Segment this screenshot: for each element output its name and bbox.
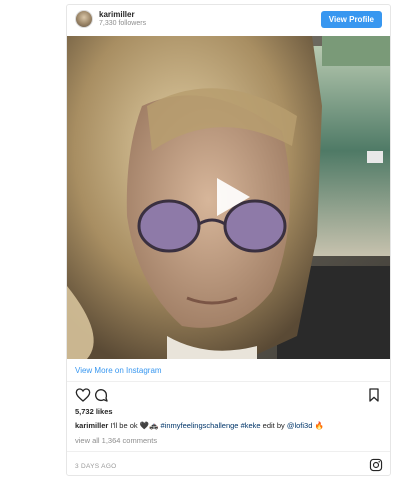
caption-text: I'll be ok	[110, 421, 140, 430]
post-footer: 3 DAYS AGO	[67, 451, 390, 477]
view-more-link[interactable]: View More on Instagram	[67, 359, 390, 382]
video-thumbnail[interactable]	[67, 36, 390, 359]
caption-username[interactable]: karimiller	[75, 421, 108, 430]
caption-mention[interactable]: @lofi3d	[287, 421, 313, 430]
instagram-icon[interactable]	[369, 458, 383, 472]
avatar[interactable]	[75, 10, 93, 28]
like-count[interactable]: 5,732 likes	[75, 407, 113, 416]
play-icon[interactable]	[217, 178, 250, 216]
post-timestamp: 3 DAYS AGO	[75, 463, 117, 470]
caption-hashtags[interactable]: #inmyfeelingschallenge #keke	[161, 421, 261, 430]
view-comments-link[interactable]: view all 1,364 comments	[75, 436, 157, 445]
caption-text-end: 🔥	[312, 421, 324, 430]
caption-text-mid: edit by	[260, 421, 287, 430]
caption: karimiller I'll be ok 🖤🚓 #inmyfeelingscha…	[75, 421, 324, 430]
username[interactable]: karimiller	[99, 10, 135, 19]
instagram-embed-card: karimiller 7,330 followers View Profile	[66, 4, 391, 476]
caption-emoji: 🖤🚓	[139, 421, 159, 430]
follower-count: 7,330 followers	[99, 20, 147, 27]
comment-icon[interactable]	[93, 387, 109, 403]
view-profile-button[interactable]: View Profile	[320, 11, 382, 28]
action-bar	[67, 387, 390, 407]
bookmark-icon[interactable]	[366, 387, 382, 403]
post-header: karimiller 7,330 followers View Profile	[67, 5, 390, 36]
heart-icon[interactable]	[75, 387, 91, 403]
